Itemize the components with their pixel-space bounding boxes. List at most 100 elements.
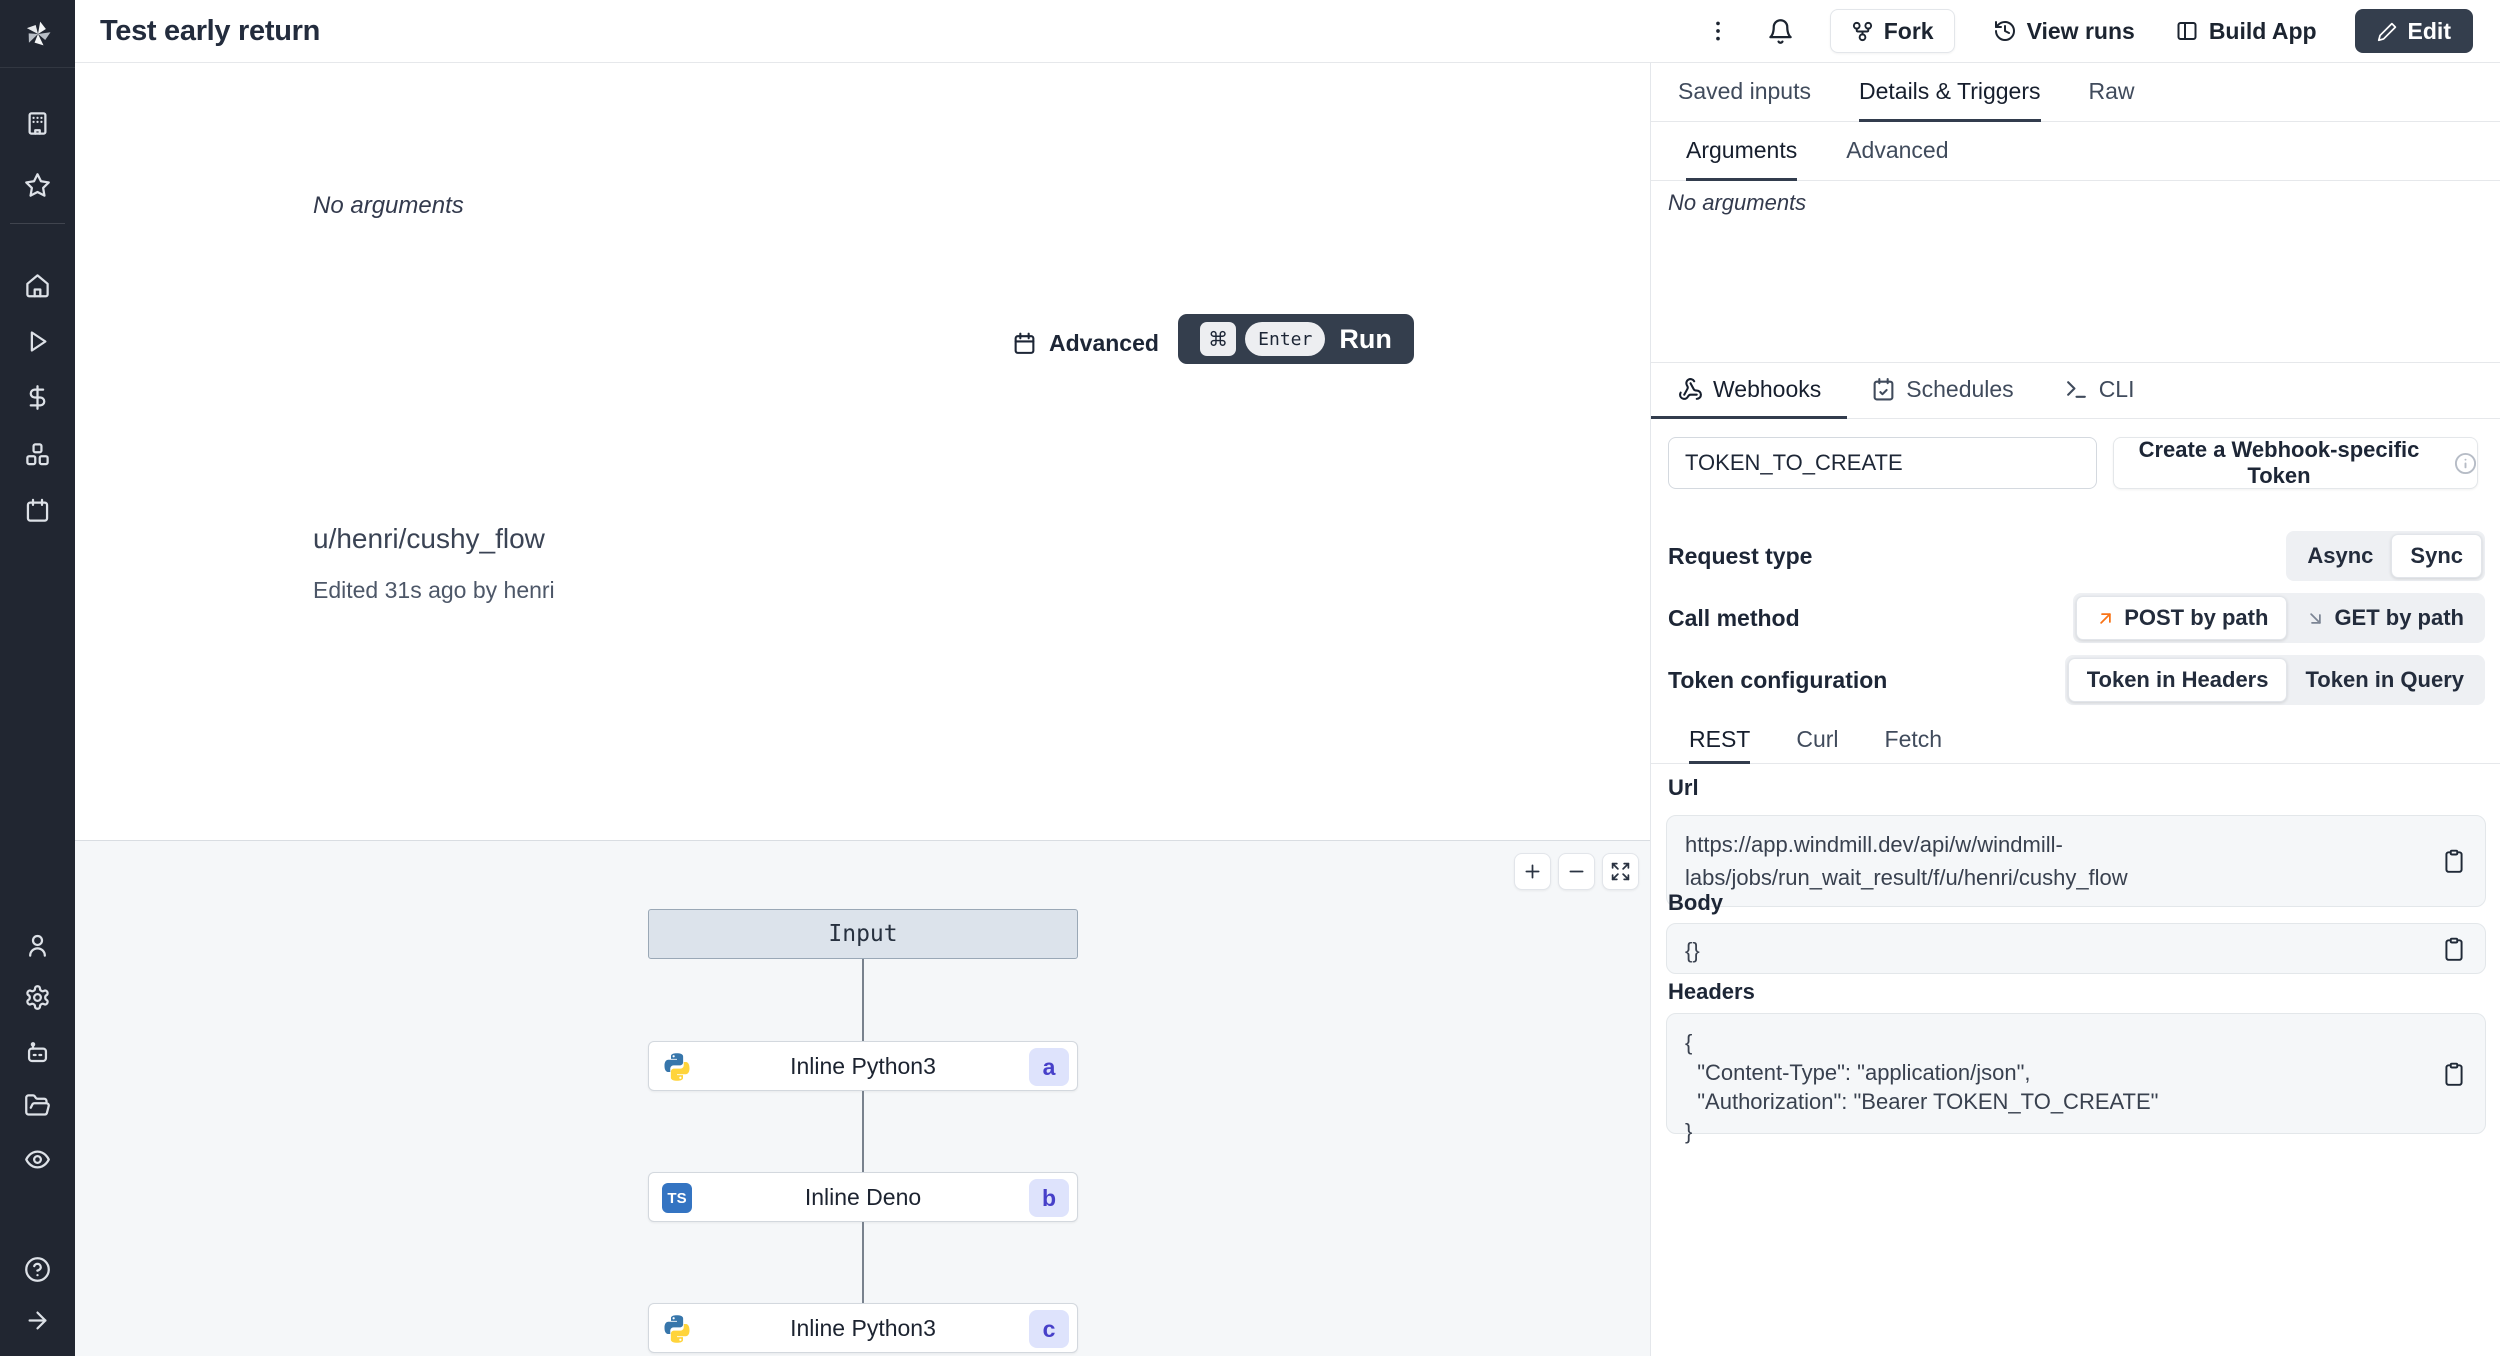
enter-key-chip: Enter — [1245, 322, 1326, 356]
sidebar-divider — [10, 223, 65, 224]
node-badge: a — [1029, 1048, 1069, 1086]
windmill-logo[interactable] — [0, 0, 75, 68]
kebab-menu-icon[interactable] — [1705, 18, 1731, 44]
flow-graph-canvas[interactable]: Input Inline Python3 a TS Inline Deno b … — [75, 840, 1650, 1356]
webhook-icon — [1678, 377, 1703, 402]
copy-url-button[interactable] — [2441, 848, 2467, 874]
no-arguments-text: No arguments — [313, 192, 464, 219]
flow-edge — [862, 959, 864, 1041]
body-box: {} — [1666, 923, 2486, 974]
flow-node-a[interactable]: Inline Python3 a — [648, 1041, 1078, 1091]
home-icon[interactable] — [0, 266, 75, 304]
test-run-section: No arguments Advanced ⌘ Enter Run u/henr… — [75, 63, 1650, 840]
flow-node-c[interactable]: Inline Python3 c — [648, 1303, 1078, 1353]
fork-button-label: Fork — [1883, 17, 1934, 44]
async-option[interactable]: Async — [2289, 534, 2391, 578]
play-icon[interactable] — [0, 322, 75, 360]
history-icon — [1993, 19, 2017, 43]
call-method-toggle: POST by path GET by path — [2073, 593, 2485, 643]
node-badge: c — [1029, 1310, 1069, 1348]
topbar: Test early return Fork View runs Build A… — [75, 0, 2500, 63]
view-runs-button[interactable]: View runs — [1990, 9, 2137, 53]
create-token-label: Create a Webhook-specific Token — [2138, 437, 2420, 488]
bell-icon[interactable] — [1767, 18, 1794, 45]
tab-advanced[interactable]: Advanced — [1846, 122, 1948, 181]
flow-input-node[interactable]: Input — [648, 909, 1078, 959]
tab-fetch[interactable]: Fetch — [1885, 717, 1943, 764]
graph-zoom-controls — [1514, 853, 1639, 890]
pencil-icon — [2377, 21, 2398, 42]
flow-node-b[interactable]: TS Inline Deno b — [648, 1172, 1078, 1222]
sync-option[interactable]: Sync — [2391, 534, 2482, 578]
copy-headers-button[interactable] — [2441, 1061, 2467, 1087]
folder-open-icon[interactable] — [0, 1086, 75, 1124]
get-by-path-label: GET by path — [2334, 605, 2464, 630]
tab-curl[interactable]: Curl — [1796, 717, 1838, 764]
python-icon — [662, 1052, 692, 1082]
tab-details-triggers[interactable]: Details & Triggers — [1858, 63, 2041, 122]
boxes-icon[interactable] — [0, 435, 75, 473]
tab-webhooks[interactable]: Webhooks — [1678, 363, 1821, 419]
advanced-button[interactable]: Advanced — [1012, 320, 1159, 366]
details-tab-bar: Saved inputs Details & Triggers Raw — [1651, 63, 2500, 122]
tab-rest[interactable]: REST — [1689, 717, 1751, 764]
star-icon[interactable] — [0, 166, 75, 204]
typescript-icon: TS — [662, 1183, 692, 1213]
flow-edge — [862, 1222, 864, 1303]
terminal-icon — [2064, 377, 2089, 402]
gear-icon[interactable] — [0, 978, 75, 1016]
run-button[interactable]: ⌘ Enter Run — [1178, 314, 1414, 364]
zoom-out-button[interactable] — [1558, 853, 1595, 890]
eye-icon[interactable] — [0, 1140, 75, 1178]
tab-schedules-label: Schedules — [1906, 376, 2014, 402]
run-button-label: Run — [1339, 323, 1392, 354]
robot-icon[interactable] — [0, 1033, 75, 1071]
edit-button-label: Edit — [2407, 17, 2451, 44]
request-type-row: Request type Async Sync — [1668, 530, 2485, 582]
arrow-down-right-icon — [2305, 608, 2326, 629]
tab-schedules[interactable]: Schedules — [1871, 363, 2014, 419]
panel-no-arguments-text: No arguments — [1668, 190, 1807, 215]
url-box: https://app.windmill.dev/api/w/windmill-… — [1666, 815, 2486, 907]
calendar-icon[interactable] — [0, 491, 75, 529]
copy-body-button[interactable] — [2441, 936, 2467, 962]
arrow-up-right-icon — [2095, 608, 2116, 629]
building-icon[interactable] — [0, 104, 75, 142]
expand-button[interactable] — [1602, 853, 1639, 890]
token-input[interactable] — [1668, 437, 2097, 489]
url-value: https://app.windmill.dev/api/w/windmill-… — [1685, 832, 2128, 890]
tab-cli[interactable]: CLI — [2064, 363, 2135, 419]
build-app-button[interactable]: Build App — [2172, 9, 2319, 53]
tab-arguments[interactable]: Arguments — [1686, 122, 1798, 181]
tab-raw[interactable]: Raw — [2089, 63, 2135, 122]
zoom-in-button[interactable] — [1514, 853, 1551, 890]
post-by-path-option[interactable]: POST by path — [2076, 596, 2288, 640]
flow-path: u/henri/cushy_flow — [313, 523, 545, 554]
user-icon[interactable] — [0, 926, 75, 964]
windmill-flow-page: Test early return Fork View runs Build A… — [0, 0, 2500, 1356]
calendar-check-icon — [1871, 377, 1896, 402]
info-icon — [2454, 452, 2477, 475]
edit-button[interactable]: Edit — [2354, 9, 2473, 53]
post-by-path-label: POST by path — [2124, 605, 2269, 630]
sidebar — [0, 0, 75, 1356]
view-runs-label: View runs — [2026, 17, 2135, 44]
edited-info: Edited 31s ago by henri — [313, 577, 555, 603]
token-in-query-option[interactable]: Token in Query — [2287, 658, 2482, 702]
arrow-right-icon[interactable] — [0, 1301, 75, 1339]
create-webhook-token-button[interactable]: Create a Webhook-specific Token — [2113, 437, 2478, 489]
tab-cli-label: CLI — [2098, 376, 2135, 402]
body-value: {} — [1685, 938, 1700, 963]
token-in-headers-option[interactable]: Token in Headers — [2067, 658, 2288, 702]
request-type-label: Request type — [1668, 542, 1813, 569]
node-label: Inline Python3 — [790, 1052, 936, 1079]
help-circle-icon[interactable] — [0, 1250, 75, 1288]
tab-saved-inputs[interactable]: Saved inputs — [1678, 63, 1811, 122]
calendar-icon — [1012, 331, 1037, 356]
fork-button[interactable]: Fork — [1829, 9, 1955, 53]
request-type-toggle: Async Sync — [2286, 531, 2485, 581]
triggers-tab-bar: Webhooks Schedules CLI — [1651, 363, 2500, 419]
headers-label: Headers — [1668, 979, 1755, 1004]
get-by-path-option[interactable]: GET by path — [2287, 596, 2482, 640]
dollar-icon[interactable] — [0, 378, 75, 416]
